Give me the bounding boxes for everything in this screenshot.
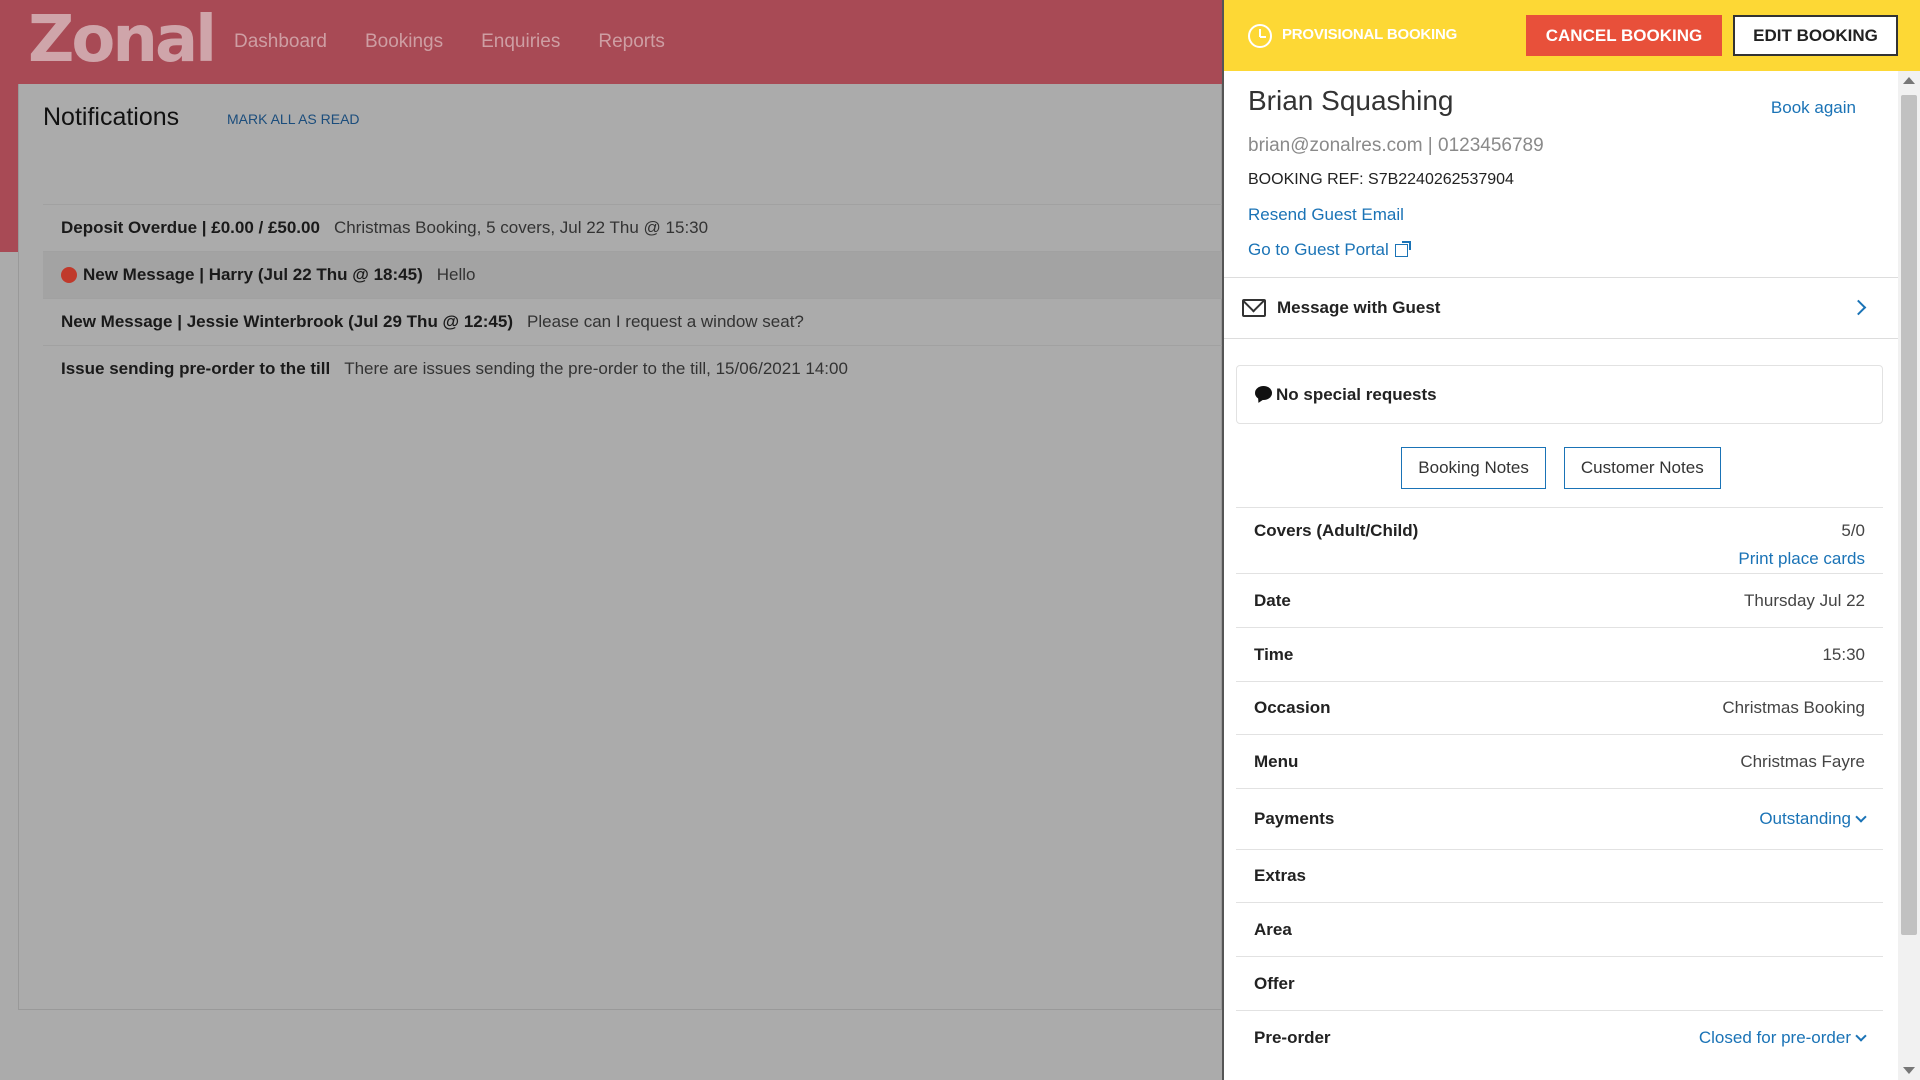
covers-label: Covers (Adult/Child) xyxy=(1254,521,1419,540)
scrollbar-thumb[interactable] xyxy=(1901,95,1917,935)
time-label: Time xyxy=(1254,644,1294,664)
external-link-icon xyxy=(1394,240,1411,257)
envelope-icon xyxy=(1242,299,1266,317)
occasion-value: Christmas Booking xyxy=(1722,698,1865,717)
occasion-label: Occasion xyxy=(1254,698,1331,717)
area-label: Area xyxy=(1254,919,1292,939)
guest-name: Brian Squashing xyxy=(1248,85,1454,116)
date-value: Thursday Jul 22 xyxy=(1744,590,1865,610)
time-value: 15:30 xyxy=(1822,644,1865,664)
notification-detail: There are issues sending the pre-order t… xyxy=(344,359,848,378)
preorder-dropdown[interactable]: Closed for pre-order xyxy=(1698,1027,1867,1048)
resend-guest-email-link[interactable]: Resend Guest Email xyxy=(1248,205,1404,225)
notification-title: Issue sending pre-order to the till xyxy=(61,359,331,378)
notes-tabs: Booking Notes Customer Notes xyxy=(1224,447,1898,489)
notification-title: New Message | Jessie Winterbrook (Jul 29… xyxy=(61,312,513,331)
chevron-right-icon xyxy=(1850,299,1867,316)
speech-bubble-icon xyxy=(1255,386,1272,400)
notification-detail: Please can I request a window seat? xyxy=(527,312,804,331)
notification-detail: Hello xyxy=(436,265,476,284)
customer-notes-button[interactable]: Customer Notes xyxy=(1563,447,1721,489)
booking-details-list: Covers (Adult/Child) 5/0 Print place car… xyxy=(1236,507,1883,1064)
zonal-logo[interactable]: Zonal xyxy=(28,8,217,72)
scroll-up-arrow-icon[interactable] xyxy=(1903,77,1915,84)
notification-row[interactable]: New Message | Harry (Jul 22 Thu @ 18:45)… xyxy=(43,251,1222,298)
offer-label: Offer xyxy=(1254,973,1295,993)
offer-row: Offer xyxy=(1236,956,1883,1010)
scroll-down-arrow-icon[interactable] xyxy=(1903,1067,1915,1074)
menu-value: Christmas Fayre xyxy=(1740,751,1865,771)
booking-status-label: PROVISIONAL BOOKING xyxy=(1282,26,1458,43)
nav-enquiries[interactable]: Enquiries xyxy=(481,28,560,56)
panel-scrollbar[interactable] xyxy=(1898,71,1920,1080)
guest-portal-label: Go to Guest Portal xyxy=(1248,240,1389,259)
notification-row[interactable]: New Message | Jessie Winterbrook (Jul 29… xyxy=(43,298,1222,345)
cancel-booking-button[interactable]: CANCEL BOOKING xyxy=(1526,15,1722,56)
mark-all-read-link[interactable]: MARK ALL AS READ xyxy=(227,111,360,127)
payments-row: Payments Outstanding xyxy=(1236,788,1883,849)
notification-row[interactable]: Deposit Overdue | £0.00 / £50.00 Christm… xyxy=(43,204,1222,251)
preorder-label: Pre-order xyxy=(1254,1027,1331,1047)
extras-label: Extras xyxy=(1254,866,1306,885)
booking-detail-panel: PROVISIONAL BOOKING CANCEL BOOKING EDIT … xyxy=(1222,0,1920,1080)
notification-list: Deposit Overdue | £0.00 / £50.00 Christm… xyxy=(43,204,1222,392)
extras-row: Extras xyxy=(1236,849,1883,902)
notification-title: New Message | Harry (Jul 22 Thu @ 18:45) xyxy=(83,265,423,284)
clock-icon xyxy=(1248,24,1272,48)
preorder-row: Pre-order Closed for pre-order xyxy=(1236,1010,1883,1064)
booking-status-header: PROVISIONAL BOOKING CANCEL BOOKING EDIT … xyxy=(1224,0,1920,71)
book-again-link[interactable]: Book again xyxy=(1771,98,1856,118)
date-label: Date xyxy=(1254,590,1291,610)
date-row: Date Thursday Jul 22 xyxy=(1236,573,1883,627)
top-navigation-bar: Zonal Dashboard Bookings Enquiries Repor… xyxy=(0,0,1222,84)
payments-label: Payments xyxy=(1254,809,1335,828)
payments-value: Outstanding xyxy=(1759,809,1851,828)
chevron-down-icon xyxy=(1855,1029,1867,1042)
time-row: Time 15:30 xyxy=(1236,627,1883,681)
occasion-row: Occasion Christmas Booking xyxy=(1236,681,1883,734)
menu-label: Menu xyxy=(1254,751,1299,771)
covers-row: Covers (Adult/Child) 5/0 Print place car… xyxy=(1236,507,1883,573)
special-requests-box: No special requests xyxy=(1236,365,1883,424)
booking-notes-button[interactable]: Booking Notes xyxy=(1401,447,1546,489)
edit-booking-button[interactable]: EDIT BOOKING xyxy=(1733,15,1898,56)
notification-detail: Christmas Booking, 5 covers, Jul 22 Thu … xyxy=(333,218,709,237)
nav-bookings[interactable]: Bookings xyxy=(365,28,443,56)
nav-dashboard[interactable]: Dashboard xyxy=(234,28,327,56)
guest-contact: brian@zonalres.com | 0123456789 xyxy=(1248,135,1544,156)
special-requests-text: No special requests xyxy=(1276,385,1437,404)
nav-reports[interactable]: Reports xyxy=(598,28,665,56)
chevron-down-icon xyxy=(1855,811,1867,823)
booking-reference: BOOKING REF: S7B2240262537904 xyxy=(1248,171,1514,188)
main-nav: Dashboard Bookings Enquiries Reports xyxy=(234,28,703,56)
page-title: Notifications xyxy=(43,103,180,131)
booking-detail-content: Brian Squashing Book again brian@zonalre… xyxy=(1224,71,1898,1080)
notification-row[interactable]: Issue sending pre-order to the till Ther… xyxy=(43,345,1222,392)
covers-value: 5/0 xyxy=(1841,521,1865,540)
message-with-guest-row[interactable]: Message with Guest xyxy=(1224,277,1898,339)
message-with-guest-label: Message with Guest xyxy=(1277,298,1441,317)
guest-portal-link[interactable]: Go to Guest Portal xyxy=(1248,240,1411,260)
notification-title: Deposit Overdue | £0.00 / £50.00 xyxy=(61,218,320,237)
preorder-value: Closed for pre-order xyxy=(1698,1027,1851,1047)
menu-row: Menu Christmas Fayre xyxy=(1236,734,1883,788)
payments-dropdown[interactable]: Outstanding xyxy=(1759,809,1867,829)
print-place-cards-link[interactable]: Print place cards xyxy=(1738,549,1865,569)
unread-dot-icon xyxy=(61,267,77,283)
header-accent xyxy=(0,84,18,252)
area-row: Area xyxy=(1236,902,1883,956)
